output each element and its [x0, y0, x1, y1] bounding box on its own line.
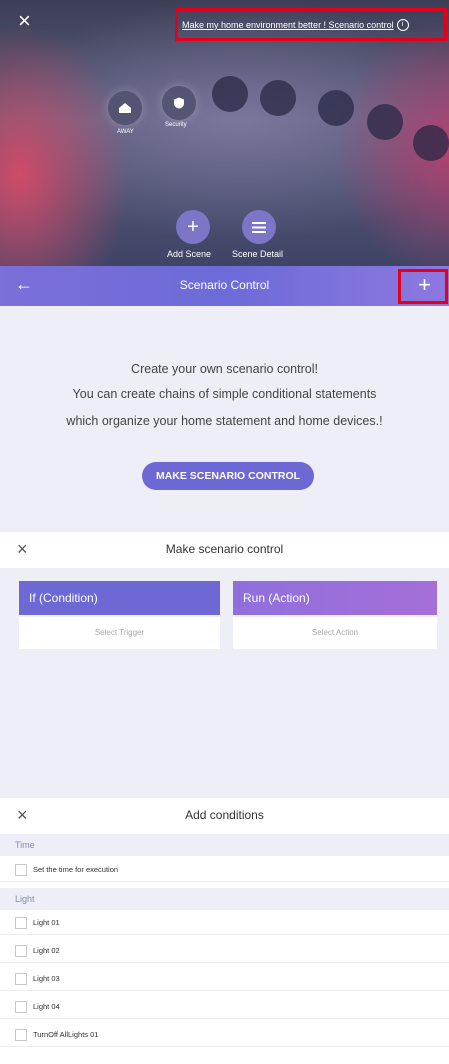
list-item-label: Light 03	[33, 974, 60, 983]
condition-card-header: If (Condition)	[19, 581, 220, 615]
add-scene-label: Add Scene	[167, 249, 212, 259]
list-item[interactable]: TurnOff AllLights 01	[0, 1023, 449, 1047]
highlight-box	[398, 269, 448, 304]
add-scene-button[interactable]: +	[176, 210, 210, 244]
close-icon[interactable]: ×	[18, 10, 31, 32]
scene-orb[interactable]	[318, 90, 354, 126]
scenario-control-link-text: Make my home environment better ! Scenar…	[182, 20, 394, 30]
home-scene-panel: × Make my home environment better ! Scen…	[0, 0, 449, 266]
home-icon	[119, 103, 131, 113]
make-scenario-header: × Make scenario control	[0, 532, 449, 568]
make-scenario-control-button[interactable]: MAKE SCENARIO CONTROL	[142, 462, 314, 490]
scene-orb[interactable]	[413, 125, 449, 161]
description-line: which organize your home statement and h…	[66, 414, 383, 428]
list-item-label: Light 01	[33, 918, 60, 927]
checkbox[interactable]	[15, 1000, 27, 1013]
description-line: You can create chains of simple conditio…	[72, 387, 377, 401]
list-item-label: TurnOff AllLights 01	[33, 1030, 99, 1039]
add-conditions-header: × Add conditions	[0, 798, 449, 832]
checkbox[interactable]	[15, 1028, 27, 1041]
scene-orb-away[interactable]	[108, 91, 142, 125]
checkbox[interactable]	[15, 972, 27, 985]
orb-label-away: AWAY	[117, 129, 134, 135]
scene-orb[interactable]	[212, 76, 248, 112]
select-trigger-button[interactable]: Select Trigger	[19, 617, 220, 649]
section-header-time: Time	[0, 834, 449, 856]
page-title: Make scenario control	[165, 542, 284, 556]
orb-label-security: Security	[165, 122, 187, 128]
scenario-control-link[interactable]: Make my home environment better ! Scenar…	[182, 14, 444, 36]
list-icon	[252, 221, 266, 233]
list-item-label: Light 02	[33, 946, 60, 955]
action-card-header: Run (Action)	[233, 581, 437, 615]
list-item-label: Set the time for execution	[33, 865, 119, 874]
scenario-header: ← Scenario Control +	[0, 266, 449, 306]
add-conditions-panel: × Add conditions Time Set the time for e…	[0, 798, 449, 1064]
make-scenario-panel: × Make scenario control If (Condition) S…	[0, 532, 449, 798]
list-item[interactable]: Light 01	[0, 911, 449, 935]
list-item[interactable]: Light 03	[0, 967, 449, 991]
select-action-button[interactable]: Select Action	[233, 617, 437, 649]
list-item[interactable]: Light 04	[0, 995, 449, 1019]
checkbox[interactable]	[15, 916, 27, 929]
description-line: Create your own scenario control!	[131, 362, 318, 376]
scene-orb-security[interactable]	[162, 86, 196, 120]
page-title: Add conditions	[185, 808, 264, 822]
scenario-control-panel: ← Scenario Control + Create your own sce…	[0, 266, 449, 532]
page-title: Scenario Control	[179, 278, 270, 292]
checkbox[interactable]	[15, 944, 27, 957]
scene-detail-label: Scene Detail	[232, 249, 284, 259]
scene-orb[interactable]	[367, 104, 403, 140]
list-item[interactable]: Light 02	[0, 939, 449, 963]
scene-detail-button[interactable]	[242, 210, 276, 244]
shield-icon	[174, 97, 184, 109]
list-item[interactable]: Set the time for execution	[0, 858, 449, 882]
list-item-label: Light 04	[33, 1002, 60, 1011]
checkbox[interactable]	[15, 863, 27, 876]
scene-orb[interactable]	[260, 80, 296, 116]
section-header-light: Light	[0, 888, 449, 910]
plus-icon: +	[187, 215, 199, 238]
info-icon: i	[396, 19, 409, 31]
